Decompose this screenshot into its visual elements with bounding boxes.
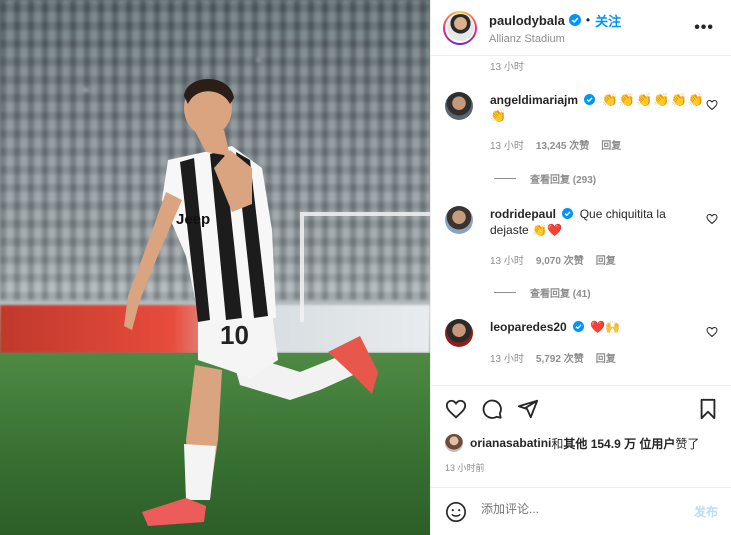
like-comment-heart-icon[interactable] xyxy=(706,326,718,338)
reply-button[interactable]: 回复 xyxy=(601,137,621,152)
likes-summary: orianasabatini 和 其他 154.9 万 位用户 赞了 xyxy=(445,434,699,452)
comment-time[interactable]: 13 小时 xyxy=(490,350,524,365)
share-send-icon[interactable] xyxy=(517,398,539,420)
commenter-username[interactable]: leoparedes20 xyxy=(490,320,567,334)
comment-meta: 13 小时 13,245 次赞 回复 xyxy=(490,137,621,152)
comment-likes[interactable]: 5,792 次赞 xyxy=(536,350,584,365)
post-location[interactable]: Allianz Stadium xyxy=(489,33,621,45)
comment-time[interactable]: 13 小时 xyxy=(490,252,524,267)
author-avatar[interactable] xyxy=(443,10,477,45)
svg-text:10: 10 xyxy=(220,320,249,350)
comment-input[interactable] xyxy=(481,502,671,516)
post-photo[interactable]: 10 Jeep xyxy=(0,0,430,535)
view-replies-button[interactable]: 查看回复 (41) xyxy=(494,285,591,300)
commenter-avatar[interactable] xyxy=(445,319,473,347)
svg-text:Jeep: Jeep xyxy=(176,211,210,228)
commenter-avatar[interactable] xyxy=(445,206,473,234)
like-comment-heart-icon[interactable] xyxy=(706,213,718,225)
comment-meta: 13 小时 5,792 次赞 回复 xyxy=(490,350,616,365)
post-header: paulodybala • 关注 Allianz Stadium ••• xyxy=(431,0,731,56)
post-comment-button[interactable]: 发布 xyxy=(694,503,718,520)
comment-likes[interactable]: 9,070 次赞 xyxy=(536,252,584,267)
replies-divider xyxy=(494,178,516,179)
post-actions: orianasabatini 和 其他 154.9 万 位用户 赞了 13 小时… xyxy=(431,385,731,487)
add-comment-bar: 发布 xyxy=(431,487,731,535)
celebrating-player: 10 Jeep xyxy=(124,79,378,526)
reply-button[interactable]: 回复 xyxy=(596,350,616,365)
caption-time: 13 小时 xyxy=(490,62,524,73)
follow-button[interactable]: 关注 xyxy=(595,11,621,30)
like-comment-heart-icon[interactable] xyxy=(706,99,718,111)
reply-button[interactable]: 回复 xyxy=(596,252,616,267)
comment-meta: 13 小时 9,070 次赞 回复 xyxy=(490,252,616,267)
verified-badge-icon xyxy=(573,321,585,332)
liker-username[interactable]: orianasabatini xyxy=(470,436,551,450)
emoji-icon[interactable] xyxy=(445,501,467,523)
comment-time[interactable]: 13 小时 xyxy=(490,137,524,152)
separator-dot: • xyxy=(585,13,591,27)
liker-avatar[interactable] xyxy=(445,434,463,452)
verified-badge-icon xyxy=(584,94,596,105)
others-likes-link[interactable]: 其他 154.9 万 位用户 xyxy=(563,435,675,452)
commenter-username[interactable]: angeldimariajm xyxy=(490,93,578,107)
comment-text: ❤️🙌 xyxy=(590,320,621,334)
like-heart-icon[interactable] xyxy=(445,398,467,420)
bookmark-icon[interactable] xyxy=(698,398,718,420)
commenter-avatar[interactable] xyxy=(445,92,473,120)
author-username[interactable]: paulodybala xyxy=(489,13,565,28)
post-panel: paulodybala • 关注 Allianz Stadium ••• 13 … xyxy=(430,0,731,535)
commenter-username[interactable]: rodridepaul xyxy=(490,207,556,221)
post-timestamp[interactable]: 13 小时前 xyxy=(445,461,485,474)
view-replies-button[interactable]: 查看回复 (293) xyxy=(494,171,596,186)
comment-bubble-icon[interactable] xyxy=(481,398,503,420)
verified-badge-icon xyxy=(568,14,581,26)
replies-divider xyxy=(494,292,516,293)
comments-list: 13 小时 angeldimariajm 👏👏👏👏👏👏👏 13 小时 13,24… xyxy=(431,57,731,385)
verified-badge-icon xyxy=(562,208,574,219)
comment-likes[interactable]: 13,245 次赞 xyxy=(536,137,589,152)
more-options-button[interactable]: ••• xyxy=(694,19,714,37)
